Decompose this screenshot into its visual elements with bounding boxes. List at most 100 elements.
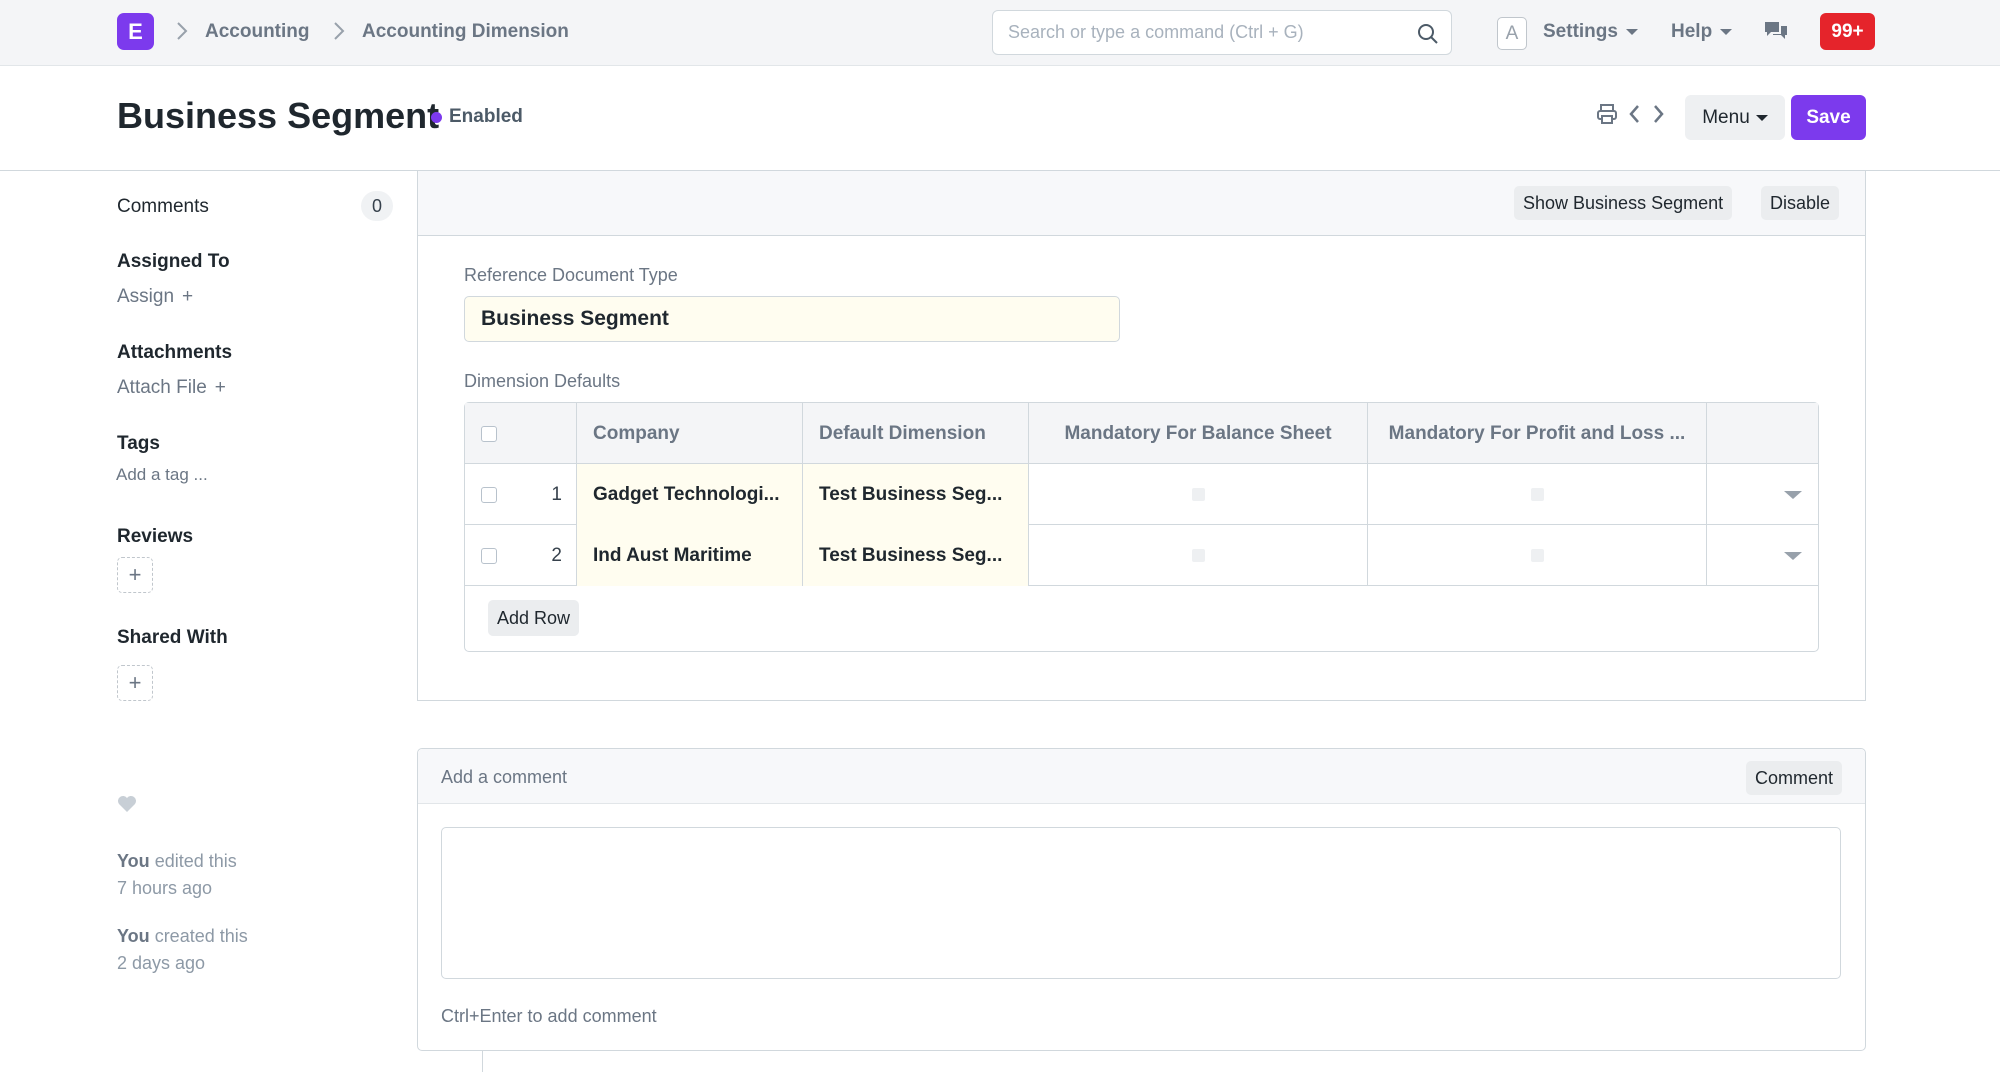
mandatory-profit-loss-cell[interactable] (1368, 464, 1707, 525)
notification-badge[interactable]: 99+ (1820, 13, 1875, 50)
plus-icon: + (182, 286, 194, 307)
chevron-right-icon (177, 22, 188, 40)
reviews-label: Reviews (117, 526, 194, 547)
default-dimension-cell[interactable]: Test Business Seg... (803, 464, 1029, 525)
settings-label: Settings (1543, 21, 1618, 42)
activity-time: 7 hours ago (117, 878, 213, 898)
search-icon[interactable] (1417, 23, 1439, 45)
mandatory-profit-loss-cell[interactable] (1368, 525, 1707, 586)
caret-down-icon (1625, 29, 1638, 35)
menu-label: Menu (1702, 106, 1750, 128)
plus-icon: + (128, 670, 142, 695)
form-card: Show Business Segment Disable Reference … (417, 171, 1866, 701)
chat-icon[interactable] (1763, 20, 1789, 42)
navbar: E Accounting Accounting Dimension A Sett… (0, 0, 2000, 66)
table-row[interactable]: 2 Ind Aust Maritime Test Business Seg... (465, 525, 1818, 586)
breadcrumb-accounting[interactable]: Accounting (205, 21, 310, 43)
add-row-button[interactable]: Add Row (488, 600, 580, 636)
search-bar (992, 10, 1452, 55)
column-header-mandatory-balance-sheet: Mandatory For Balance Sheet (1029, 403, 1368, 464)
plus-icon: + (214, 377, 226, 398)
mandatory-balance-sheet-cell[interactable] (1029, 464, 1368, 525)
row-index-cell: 2 (465, 525, 577, 586)
comments-count-badge: 0 (361, 191, 393, 221)
reference-document-type-field[interactable]: Business Segment (464, 296, 1120, 342)
shared-with-label: Shared With (117, 627, 228, 648)
status-indicator: Enabled (431, 106, 523, 128)
row-checkbox[interactable] (481, 486, 497, 503)
mandatory-balance-sheet-checkbox[interactable] (1191, 488, 1205, 501)
row-edit-cell[interactable] (1707, 525, 1818, 586)
activity-time: 2 days ago (117, 953, 206, 973)
disable-button[interactable]: Disable (1761, 186, 1840, 220)
chevron-right-icon (334, 22, 345, 40)
help-dropdown[interactable]: Help (1671, 21, 1733, 43)
company-cell[interactable]: Gadget Technologi... (577, 464, 803, 525)
row-edit-cell[interactable] (1707, 464, 1818, 525)
tags-label: Tags (117, 433, 160, 454)
attach-file-label: Attach File (117, 377, 207, 398)
previous-icon[interactable] (1627, 103, 1641, 125)
plus-icon: + (128, 562, 142, 587)
caret-down-icon[interactable] (1784, 490, 1802, 499)
save-button[interactable]: Save (1791, 95, 1866, 140)
column-header-default-dimension: Default Dimension (803, 403, 1029, 464)
row-index: 2 (551, 544, 562, 566)
caret-down-icon (1755, 114, 1768, 121)
caret-down-icon[interactable] (1784, 551, 1802, 560)
page-title: Business Segment (117, 95, 440, 136)
attachments-label: Attachments (117, 342, 233, 363)
attach-file-link[interactable]: Attach File + (117, 377, 226, 399)
show-business-segment-button[interactable]: Show Business Segment (1514, 186, 1733, 220)
timeline-line (482, 1051, 483, 1072)
default-dimension-cell[interactable]: Test Business Seg... (803, 525, 1029, 586)
activity-created: You created this 2 days ago (117, 923, 248, 977)
activity-edited: You edited this 7 hours ago (117, 848, 237, 902)
mandatory-balance-sheet-checkbox[interactable] (1191, 549, 1205, 562)
row-index-cell: 1 (465, 464, 577, 525)
table-row[interactable]: 1 Gadget Technologi... Test Business Seg… (465, 464, 1818, 525)
caret-down-icon (1720, 29, 1733, 35)
dimension-defaults-grid: Company Default Dimension Mandatory For … (464, 402, 1819, 652)
comment-card: Add a comment Comment Ctrl+Enter to add … (417, 748, 1866, 1051)
mandatory-profit-loss-checkbox[interactable] (1530, 488, 1544, 501)
activity-user: You (117, 926, 150, 946)
row-checkbox[interactable] (481, 547, 497, 564)
column-header-actions (1707, 403, 1818, 464)
comment-button[interactable]: Comment (1745, 761, 1842, 795)
company-cell[interactable]: Ind Aust Maritime (577, 525, 803, 586)
row-index: 1 (551, 483, 562, 505)
search-input[interactable] (993, 11, 1393, 54)
comment-input[interactable] (441, 827, 1841, 979)
user-avatar[interactable]: A (1497, 17, 1527, 50)
add-review-button[interactable]: + (117, 557, 153, 593)
activity-user: You (117, 851, 150, 871)
column-header-mandatory-profit-loss: Mandatory For Profit and Loss ... (1368, 403, 1707, 464)
next-icon[interactable] (1652, 103, 1666, 125)
form-toolbar: Show Business Segment Disable (418, 171, 1865, 236)
menu-button[interactable]: Menu (1685, 95, 1785, 140)
help-label: Help (1671, 21, 1713, 42)
add-tag-link[interactable]: Add a tag ... (116, 465, 208, 485)
comments-label[interactable]: Comments (117, 196, 209, 218)
add-share-button[interactable]: + (117, 665, 153, 701)
app-logo[interactable]: E (117, 13, 154, 50)
reference-document-type-label: Reference Document Type (464, 265, 678, 285)
print-icon[interactable] (1596, 103, 1618, 125)
grid-footer: Add Row (465, 586, 1818, 651)
settings-dropdown[interactable]: Settings (1543, 21, 1638, 43)
activity-action: created this (154, 926, 248, 946)
breadcrumb-accounting-dimension[interactable]: Accounting Dimension (362, 21, 569, 43)
add-comment-label: Add a comment (441, 767, 568, 787)
status-label: Enabled (449, 106, 523, 127)
comment-hint: Ctrl+Enter to add comment (441, 1006, 657, 1026)
select-all-checkbox[interactable] (481, 425, 497, 442)
grid-select-all-cell (465, 403, 577, 464)
dimension-defaults-label: Dimension Defaults (464, 371, 621, 391)
heart-icon[interactable] (117, 795, 137, 813)
mandatory-profit-loss-checkbox[interactable] (1530, 549, 1544, 562)
mandatory-balance-sheet-cell[interactable] (1029, 525, 1368, 586)
page-head: Business Segment Enabled Menu Save (0, 66, 2000, 171)
assign-link[interactable]: Assign + (117, 286, 193, 308)
assigned-to-label: Assigned To (117, 251, 230, 272)
